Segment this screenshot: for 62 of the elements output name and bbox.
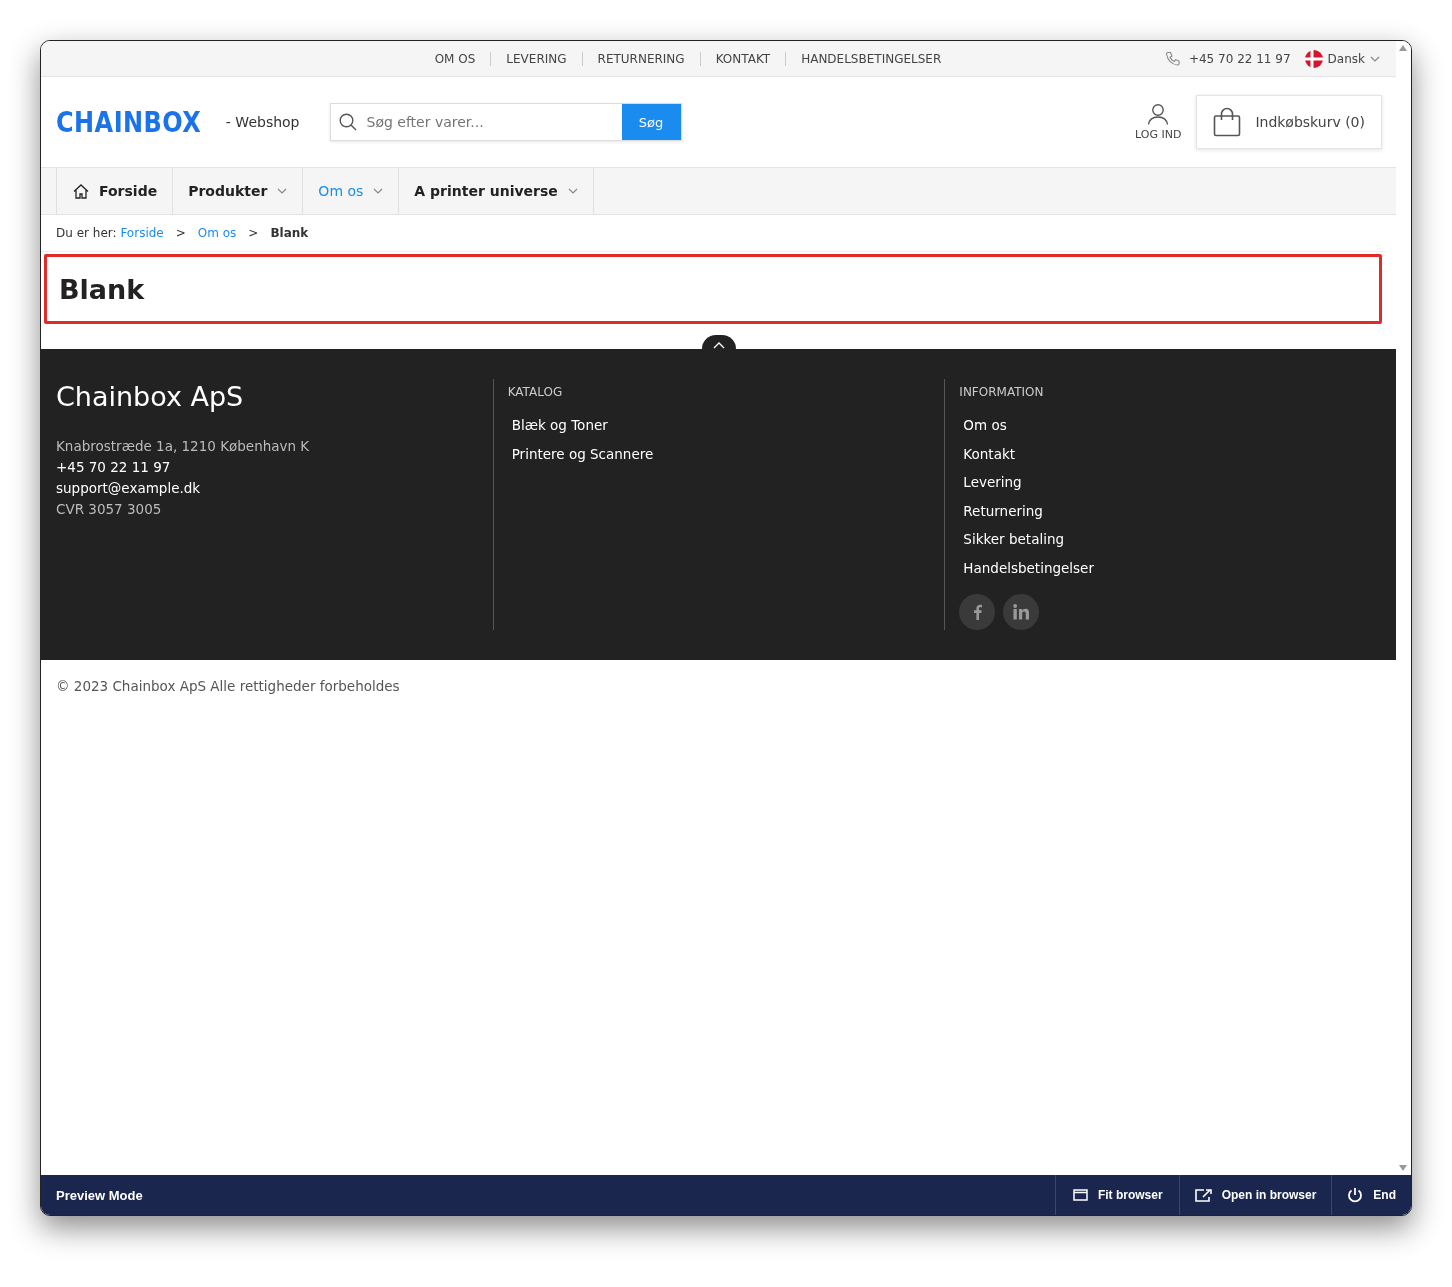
breadcrumb-current: Blank	[270, 226, 309, 240]
top-link[interactable]: LEVERING	[490, 51, 582, 66]
social-button[interactable]	[1003, 594, 1040, 630]
chevron-down-icon	[373, 188, 384, 194]
phone-number: +45 70 22 11 97	[1188, 51, 1291, 66]
footer-link[interactable]: Sikker betaling	[959, 525, 1384, 554]
company-name: Chainbox ApS	[56, 381, 245, 412]
window-icon	[1072, 1189, 1088, 1201]
home-icon	[73, 183, 89, 199]
breadcrumb-separator: >	[248, 226, 259, 240]
nav-item[interactable]: Forside	[56, 168, 174, 214]
scroll-up-icon[interactable]	[1399, 45, 1407, 51]
breadcrumb-separator: >	[175, 226, 186, 240]
top-link[interactable]: OM OS	[419, 51, 491, 66]
breadcrumb-link[interactable]: Forside	[120, 226, 164, 240]
footer-link[interactable]: Kontakt	[959, 439, 1384, 468]
external-link-icon	[1194, 1188, 1212, 1202]
user-icon	[1147, 103, 1170, 125]
footer-heading: INFORMATION	[959, 385, 1045, 399]
footer-link[interactable]: Handelsbetingelser	[959, 553, 1384, 582]
power-icon	[1347, 1187, 1364, 1203]
login-button[interactable]: LOG IND	[1135, 103, 1182, 141]
chevron-down-icon	[277, 188, 288, 194]
cart-button[interactable]: Indkøbskurv (0)	[1196, 95, 1382, 149]
linkedin-icon	[1013, 604, 1030, 620]
nav-item[interactable]: Produkter	[173, 168, 304, 214]
tagline: - Webshop	[225, 114, 300, 130]
footer-link[interactable]: Printere og Scannere	[507, 439, 933, 468]
top-link[interactable]: RETURNERING	[581, 51, 700, 66]
footer-link[interactable]: Returnering	[959, 496, 1384, 525]
preview-bar-button[interactable]: Open in browser	[1178, 1175, 1332, 1215]
address: Knabrostræde 1a, 1210 København K	[56, 437, 311, 456]
preview-bar-button[interactable]: Fit browser	[1054, 1175, 1179, 1215]
email-link[interactable]: support@example.dk	[56, 478, 481, 499]
footer-link[interactable]: Blæk og Toner	[507, 411, 933, 440]
preview-mode-title: Preview Mode	[55, 1187, 144, 1203]
flag-icon	[1304, 49, 1323, 68]
breadcrumb-prefix: Du er her:	[56, 226, 118, 240]
cvr-number: CVR 3057 3005	[56, 500, 163, 519]
nav-item[interactable]: A printer universe	[399, 168, 594, 214]
chevron-down-icon	[1370, 55, 1380, 62]
footer-link[interactable]: Levering	[959, 468, 1384, 497]
search-icon	[338, 113, 357, 131]
preview-bar-button[interactable]: End	[1331, 1175, 1411, 1215]
social-button[interactable]	[959, 594, 996, 630]
breadcrumb-link[interactable]: Om os	[197, 226, 237, 240]
phone-link[interactable]: +45 70 22 11 97	[56, 457, 481, 478]
shopping-bag-icon	[1213, 107, 1242, 137]
page-title: Blank	[59, 273, 145, 305]
copyright: © 2023 Chainbox ApS Alle rettigheder forbeholdes	[55, 677, 401, 696]
scroll-to-top-button[interactable]	[702, 335, 736, 349]
footer-link[interactable]: Om os	[959, 411, 1384, 440]
footer-heading: KATALOG	[507, 385, 564, 399]
logo[interactable]: CHAINBOX	[56, 105, 202, 139]
facebook-icon	[972, 604, 982, 620]
chevron-down-icon	[567, 188, 578, 194]
scroll-down-icon[interactable]	[1399, 1165, 1407, 1171]
top-link[interactable]: KONTAKT	[699, 51, 786, 66]
phone-icon	[1164, 50, 1181, 67]
chevron-up-icon	[713, 342, 725, 349]
top-link[interactable]: HANDELSBETINGELSER	[785, 51, 957, 66]
language-selector[interactable]: Dansk	[1327, 51, 1365, 66]
